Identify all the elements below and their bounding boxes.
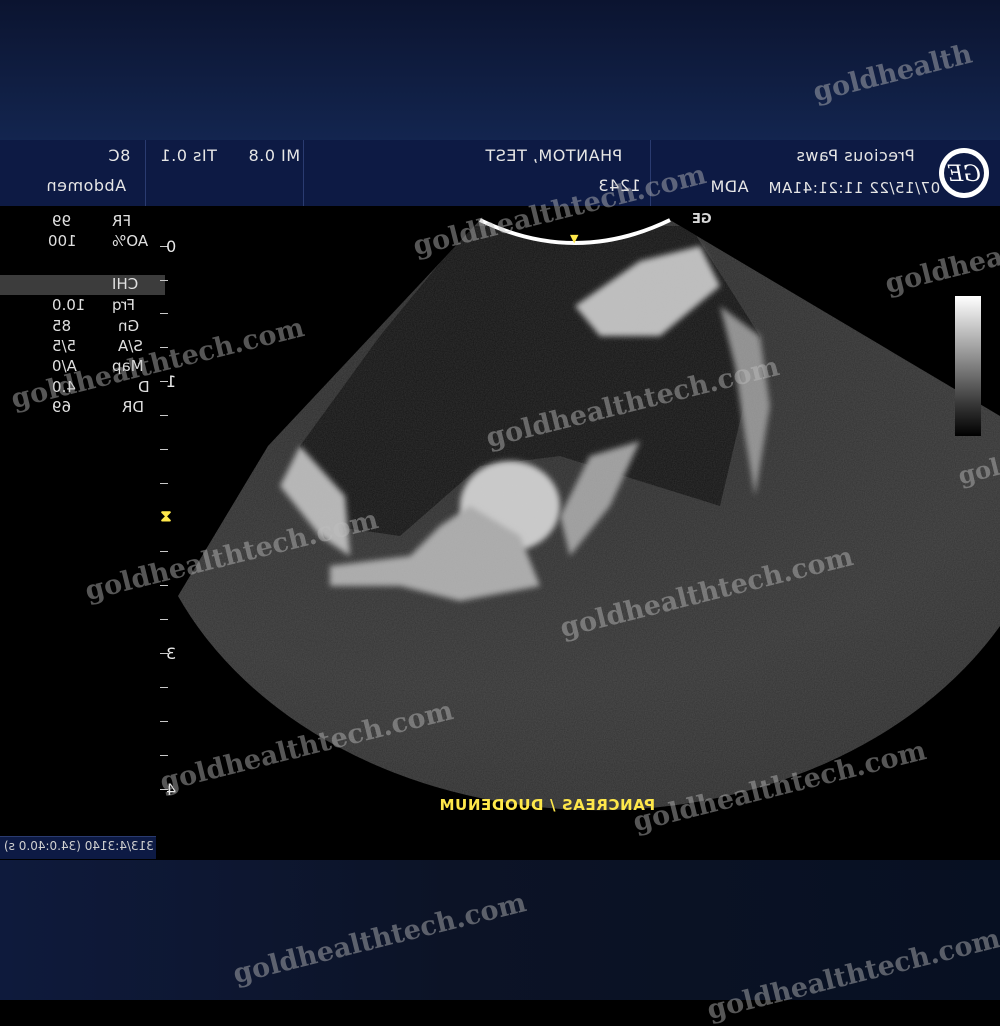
depth-tick (160, 551, 168, 552)
param-dr-label: DR (122, 398, 144, 416)
depth-label-0: 0 (166, 237, 177, 256)
institution-name: Precious Paws (796, 146, 915, 165)
depth-tick (160, 721, 168, 722)
mi-label: MI 0.8 (248, 146, 301, 165)
preset-label: Abdomen (46, 176, 127, 195)
depth-tick (160, 313, 168, 314)
image-annotation: PANCREAS / DUODENUM (439, 796, 656, 814)
ge-logo-icon: GE (939, 148, 989, 198)
param-frq-value: 10.0 (52, 296, 86, 314)
param-fr-value: 99 (52, 212, 72, 230)
param-frq-label: Frq (112, 296, 135, 314)
param-ao-label: AO% (112, 232, 149, 250)
param-fr-label: FR (112, 212, 132, 230)
depth-tick (160, 415, 168, 416)
header-divider (303, 140, 304, 206)
header-divider (145, 140, 146, 206)
patient-name: PHANTOM, TEST (485, 146, 623, 165)
focus-zone-marker: ⧗ (160, 506, 172, 525)
operator-label: ADM (710, 177, 749, 196)
depth-label-3: 3 (166, 644, 177, 663)
tis-label: TIs 0.1 (160, 146, 217, 165)
svg-text:GE: GE (947, 162, 981, 187)
cine-counter: 313/4:3140 (34.0:40.0 s) (4, 839, 154, 853)
probe-orientation-marker: ▼ (570, 232, 579, 245)
ge-orientation-mark: GE (692, 212, 712, 227)
param-gn-label: Gn (118, 317, 140, 335)
probe-label: 8C (108, 146, 131, 165)
param-ao-value: 100 (48, 232, 77, 250)
exam-datetime: 07/15/22 11:21:41AM (768, 179, 941, 197)
chi-highlight-bar (0, 275, 165, 295)
depth-tick (160, 687, 168, 688)
param-gn-value: 85 (52, 317, 72, 335)
depth-tick (160, 619, 168, 620)
param-chi-label: CHI (112, 275, 139, 293)
depth-tick (160, 449, 168, 450)
depth-tick (160, 280, 168, 281)
grayscale-bar (955, 296, 981, 436)
depth-tick (160, 755, 168, 756)
param-sa-value: 5/5 (52, 337, 77, 355)
depth-tick (160, 483, 168, 484)
